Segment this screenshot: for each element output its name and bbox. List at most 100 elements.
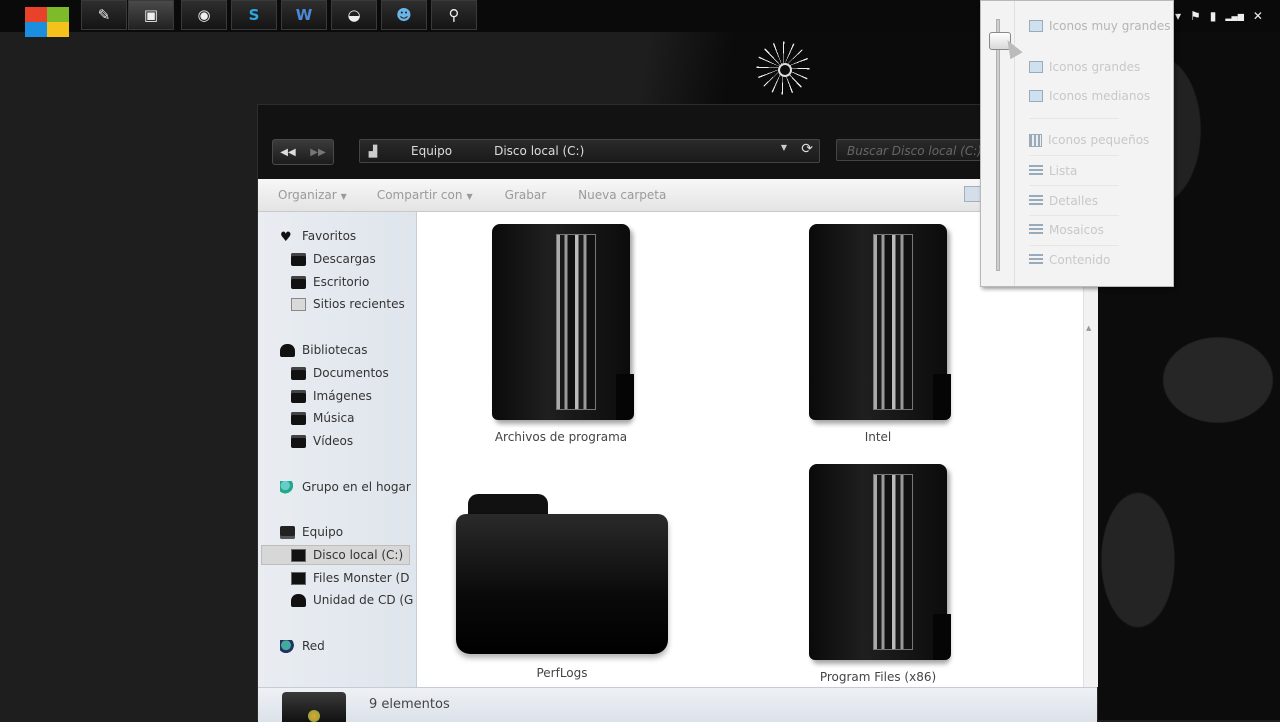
explorer-window: ◀◀ ▶▶ ▟ Equipo Disco local (C:) ▼ ⟳ Busc… [257,104,1099,722]
heart-icon: ♥ [280,229,292,245]
computer-icon: ▟ [368,144,378,158]
chevron-down-icon: ▼ [340,192,347,201]
music-icon [291,411,306,425]
menu-separator [1029,185,1119,186]
view-option-list[interactable]: Lista [1029,162,1077,180]
taskbar-media-center-icon[interactable]: ▣ [128,0,174,30]
view-option-tiles[interactable]: Mosaicos [1029,221,1104,239]
downloads-folder-icon [291,252,306,266]
navigation-bar: ◀◀ ▶▶ ▟ Equipo Disco local (C:) ▼ ⟳ Busc… [258,105,1099,179]
taskbar-quill-icon[interactable]: ✎ [81,0,127,30]
medium-icons-icon [1029,90,1043,102]
list-item[interactable]: Archivos de programa [456,224,666,444]
view-slider-track[interactable] [996,19,1000,271]
item-count: 9 elementos [369,697,450,712]
back-button[interactable]: ◀◀ [273,140,303,164]
extra-large-icons-icon [1029,20,1043,32]
tray-volume-icon[interactable]: ✕ [1253,9,1263,23]
taskbar-firefox-icon[interactable]: ◉ [181,0,227,30]
recent-places-icon [291,297,306,311]
sidebar-item-downloads[interactable]: Descargas [291,249,376,269]
sidebar-item-music[interactable]: Música [291,408,355,428]
network-icon [280,639,295,653]
desktop-folder-icon [291,275,306,289]
documents-icon [291,366,306,380]
view-menu: Iconos muy grandes Iconos grandes Iconos… [980,0,1174,287]
menu-separator [1029,245,1119,246]
homegroup-icon [280,480,295,494]
tray-battery-icon[interactable]: ▮ [1210,9,1217,23]
drive-thumbnail [282,692,346,722]
taskbar-word-icon[interactable]: W [281,0,327,30]
videos-icon [291,434,306,448]
tray-expand-icon[interactable]: ▾ [1175,9,1181,23]
sidebar-item-documents[interactable]: Documentos [291,363,389,383]
menu-separator [1029,155,1119,156]
sidebar-item-recent-places[interactable]: Sitios recientes [291,294,405,314]
list-item[interactable]: Program Files (x86) [773,464,983,684]
view-option-large[interactable]: Iconos grandes [1029,58,1140,76]
details-pane: 9 elementos [258,687,1097,722]
command-bar: Organizar ▼ Compartir con ▼ Grabar Nueva c… [258,179,1097,212]
breadcrumb-equipo[interactable]: Equipo [411,144,452,158]
large-icons-icon [1029,61,1043,73]
cd-drive-icon [291,593,306,607]
list-item[interactable]: PerfLogs [450,494,674,680]
start-button[interactable] [25,7,69,37]
sidebar-item-libraries[interactable]: Bibliotecas [280,340,367,360]
address-bar[interactable]: ▟ Equipo Disco local (C:) ▼ ⟳ [359,139,820,163]
chevron-down-icon: ▼ [466,192,473,201]
organize-button[interactable]: Organizar ▼ [278,188,347,202]
view-option-details[interactable]: Detalles [1029,192,1098,210]
navigation-pane: ♥ Favoritos Descargas Escritorio Sitios r… [258,212,417,687]
sidebar-item-network[interactable]: Red [280,636,325,656]
library-icon [280,343,295,357]
sidebar-item-pictures[interactable]: Imágenes [291,386,372,406]
local-disk-icon [291,548,306,562]
tiles-icon [1029,224,1043,236]
system-folder-icon [809,224,951,420]
list-icon [1029,165,1043,177]
taskbar-users-icon[interactable]: ☻ [381,0,427,30]
share-with-button[interactable]: Compartir con ▼ [377,188,473,202]
sidebar-item-videos[interactable]: Vídeos [291,431,353,451]
sidebar-item-homegroup[interactable]: Grupo en el hogar [280,477,411,497]
folder-icon [456,494,668,654]
refresh-icon[interactable]: ⟳ [801,141,813,157]
sidebar-item-favorites[interactable]: ♥ Favoritos [280,226,356,246]
list-item[interactable]: Intel [773,224,983,444]
system-folder-icon [492,224,634,420]
burn-button[interactable]: Grabar [505,188,547,202]
view-option-medium[interactable]: Iconos medianos [1029,87,1150,105]
details-icon [1029,195,1043,207]
system-folder-icon [809,464,951,660]
search-input[interactable]: Buscar Disco local (C:) [836,139,981,161]
forward-button[interactable]: ▶▶ [303,140,333,164]
sidebar-item-local-disk[interactable]: Disco local (C:) [261,545,411,565]
computer-icon [280,525,295,539]
sidebar-item-desktop[interactable]: Escritorio [291,272,369,292]
breadcrumb-local-disk[interactable]: Disco local (C:) [494,144,584,158]
history-buttons: ◀◀ ▶▶ [272,139,334,165]
pictures-icon [291,389,306,403]
tray-signal-icon[interactable]: ▂▄▆ [1225,12,1243,21]
sidebar-item-computer[interactable]: Equipo [280,522,343,542]
taskbar-network-icon[interactable]: ◒ [331,0,377,30]
wallpaper-flower-core [778,63,792,77]
taskbar-tools-icon[interactable]: ⚲ [431,0,477,30]
address-dropdown-icon[interactable]: ▼ [781,143,787,152]
wallpaper [420,32,980,105]
scroll-down-icon[interactable]: ▲ [1086,324,1091,332]
new-folder-button[interactable]: Nueva carpeta [578,188,666,202]
sidebar-item-files-monster[interactable]: Files Monster (D [291,568,409,588]
view-option-extra-large[interactable]: Iconos muy grandes [1029,17,1170,35]
drive-icon [291,571,306,585]
view-option-small[interactable]: Iconos pequeños [1029,131,1149,149]
view-option-content[interactable]: Contenido [1029,251,1110,269]
menu-separator [1029,215,1119,216]
tray-flag-icon[interactable]: ⚑ [1190,9,1201,23]
system-tray: ▾ ⚑ ▮ ▂▄▆ ✕ [1175,6,1280,26]
sidebar-item-cd-drive[interactable]: Unidad de CD (G [291,590,413,610]
taskbar-skype-icon[interactable]: S [231,0,277,30]
content-icon [1029,254,1043,266]
